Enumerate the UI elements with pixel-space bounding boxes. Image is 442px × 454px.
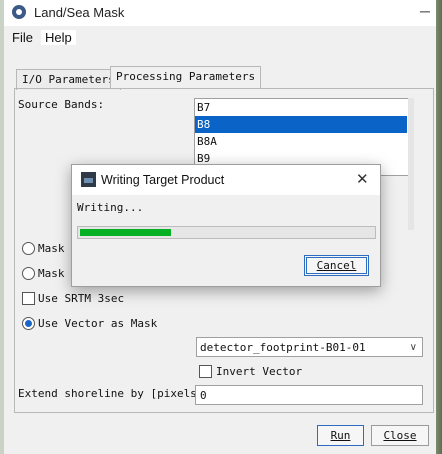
dialog-title-bar: Writing Target Product ✕ — [72, 165, 380, 195]
minimize-icon[interactable]: ─ — [416, 3, 434, 21]
dialog-title: Writing Target Product — [101, 173, 225, 187]
tab-processing-parameters[interactable]: Processing Parameters — [110, 66, 262, 89]
invert-vector-label: Invert Vector — [216, 365, 303, 378]
close-button-label: Close — [383, 429, 417, 442]
use-vector-radio[interactable] — [22, 317, 35, 330]
menu-help[interactable]: Help — [41, 30, 76, 45]
vector-select[interactable]: detector_footprint-B01-01 ∨ — [196, 337, 423, 357]
close-button[interactable]: Close — [371, 425, 429, 446]
app-icon — [12, 5, 26, 19]
list-item[interactable]: B8 — [195, 116, 407, 133]
vector-select-value: detector_footprint-B01-01 — [200, 341, 366, 354]
source-bands-label: Source Bands: — [18, 98, 105, 111]
land-sea-mask-window: Land/Sea Mask ─ File Help I/O Parameters… — [4, 0, 436, 454]
shoreline-label: Extend shoreline by [pixels]: — [18, 387, 211, 400]
run-button[interactable]: Run — [317, 425, 364, 446]
chevron-down-icon[interactable]: ∨ — [410, 338, 417, 358]
mask-radio-2-label: Mask — [38, 267, 65, 280]
menu-file[interactable]: File — [12, 30, 33, 45]
tab-io-parameters[interactable]: I/O Parameters — [16, 69, 121, 90]
run-button-label: Run — [330, 429, 351, 442]
mask-radio-1[interactable] — [22, 242, 35, 255]
title-bar: Land/Sea Mask ─ — [4, 0, 436, 26]
list-item[interactable]: B8A — [195, 133, 407, 150]
invert-vector-checkbox[interactable] — [199, 365, 212, 378]
progress-status: Writing... — [77, 201, 144, 214]
use-srtm-label: Use SRTM 3sec — [38, 292, 125, 305]
window-title: Land/Sea Mask — [34, 5, 125, 20]
close-icon[interactable]: ✕ — [356, 170, 369, 188]
mask-radio-1-label: Mask — [38, 242, 65, 255]
use-vector-label: Use Vector as Mask — [38, 317, 158, 330]
shoreline-input[interactable]: 0 — [195, 385, 423, 405]
progress-bar — [77, 226, 376, 239]
menu-bar: File Help — [4, 27, 436, 49]
use-srtm-checkbox[interactable] — [22, 292, 35, 305]
writing-target-product-dialog: Writing Target Product ✕ Writing... Canc… — [71, 164, 381, 287]
progress-bar-fill — [80, 229, 171, 236]
cancel-button-label: Cancel — [316, 259, 357, 272]
cancel-button[interactable]: Cancel — [304, 255, 369, 276]
list-scrollbar[interactable] — [408, 98, 414, 230]
list-item[interactable]: B7 — [195, 99, 407, 116]
snap-app-icon — [81, 172, 96, 187]
mask-radio-2[interactable] — [22, 267, 35, 280]
tab-strip: I/O Parameters Processing Parameters — [12, 66, 432, 90]
